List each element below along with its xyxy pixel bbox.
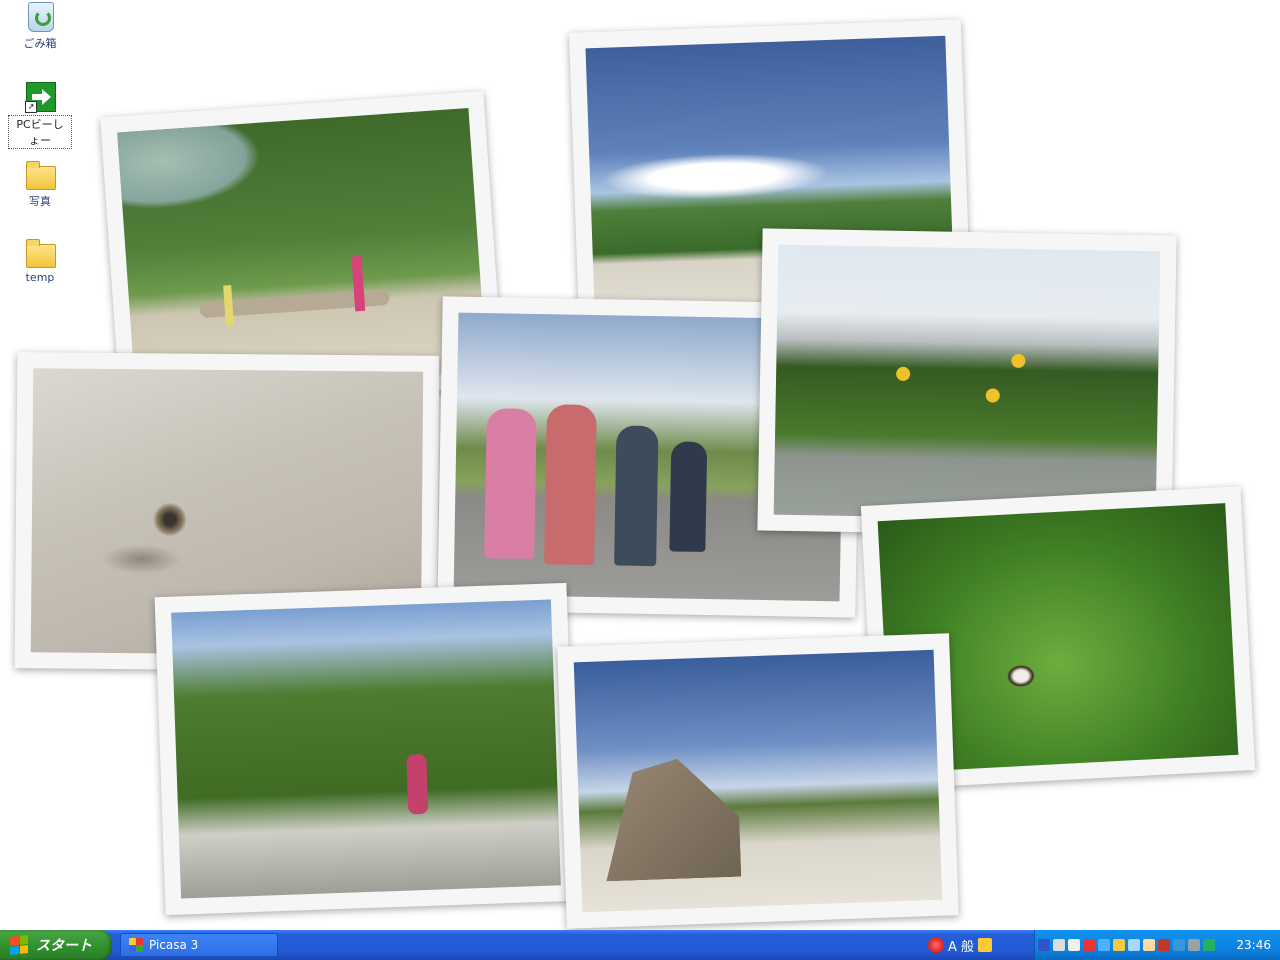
tray-display-icon[interactable] <box>1173 939 1185 951</box>
tray-antivirus-icon[interactable] <box>1203 939 1215 951</box>
taskbar-window-picasa[interactable]: Picasa 3 <box>120 933 278 957</box>
ime-pad-icon[interactable] <box>978 938 993 952</box>
language-bar[interactable]: A 般 <box>928 935 993 955</box>
tray-security-icon[interactable] <box>1083 939 1095 951</box>
desktop-icon-label: temp <box>25 271 55 284</box>
tray-volume-icon[interactable] <box>1143 939 1155 951</box>
taskbar-clock[interactable]: 23:46 <box>1236 938 1271 952</box>
recycle-bin-desktop-icon[interactable]: ごみ箱 <box>8 2 72 51</box>
desktop-icon-label: PCビーしょー <box>8 115 72 149</box>
taskbar-window-label: Picasa 3 <box>149 938 199 952</box>
photos-folder-desktop-icon[interactable]: 写真 <box>8 160 72 209</box>
tray-app-icon[interactable] <box>1038 939 1050 951</box>
shortcut-arrow-icon: ↗ <box>25 101 37 113</box>
system-tray: 23:46 <box>1034 930 1280 960</box>
tray-disk-icon[interactable] <box>1188 939 1200 951</box>
tray-network-icon[interactable] <box>1068 939 1080 951</box>
shortcut-icon: ↗ <box>25 82 56 113</box>
folder-icon <box>26 239 56 268</box>
temp-folder-desktop-icon[interactable]: temp <box>8 238 72 284</box>
folder-icon <box>26 161 56 190</box>
taskbar: スタート Picasa 3 A 般 23:46 <box>0 930 1280 960</box>
tray-update-icon[interactable] <box>1098 939 1110 951</box>
tray-remove-hardware-icon[interactable] <box>1158 939 1170 951</box>
photo-rock-beach <box>557 633 959 929</box>
desktop-icon-label: 写真 <box>29 195 51 208</box>
picasa-icon <box>129 938 143 952</box>
tray-wireless-icon[interactable] <box>1128 939 1140 951</box>
ime-status-icon <box>928 937 944 953</box>
start-button[interactable]: スタート <box>0 930 112 960</box>
start-button-label: スタート <box>36 938 92 954</box>
desktop-icon-label: ごみ箱 <box>23 37 57 50</box>
tray-window-icon[interactable] <box>1053 939 1065 951</box>
tray-windows-icon[interactable] <box>1113 939 1125 951</box>
ime-mode-text: A 般 <box>948 939 975 955</box>
pc-shortcut-desktop-icon[interactable]: ↗ PCビーしょー <box>8 82 72 149</box>
photo-yellow-flowers <box>757 228 1177 538</box>
windows-logo-icon <box>10 935 28 955</box>
photo-tree-path <box>154 582 578 916</box>
recycle-bin-icon <box>28 2 54 32</box>
